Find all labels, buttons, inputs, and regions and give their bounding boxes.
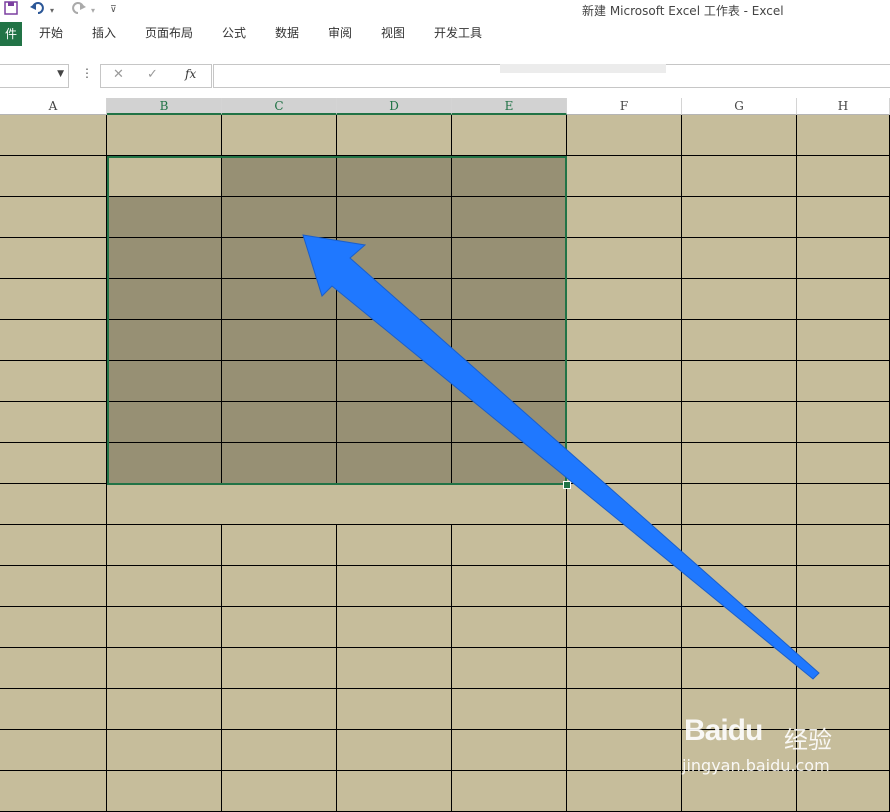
watermark-url: jingyan.baidu.com [682,756,830,775]
watermark-chinese: 经验 [784,726,832,754]
watermark-brand: Baidu [684,714,763,747]
watermark: Baidu 经验 jingyan.baidu.com [680,700,880,780]
annotation-arrow-icon [302,234,820,680]
